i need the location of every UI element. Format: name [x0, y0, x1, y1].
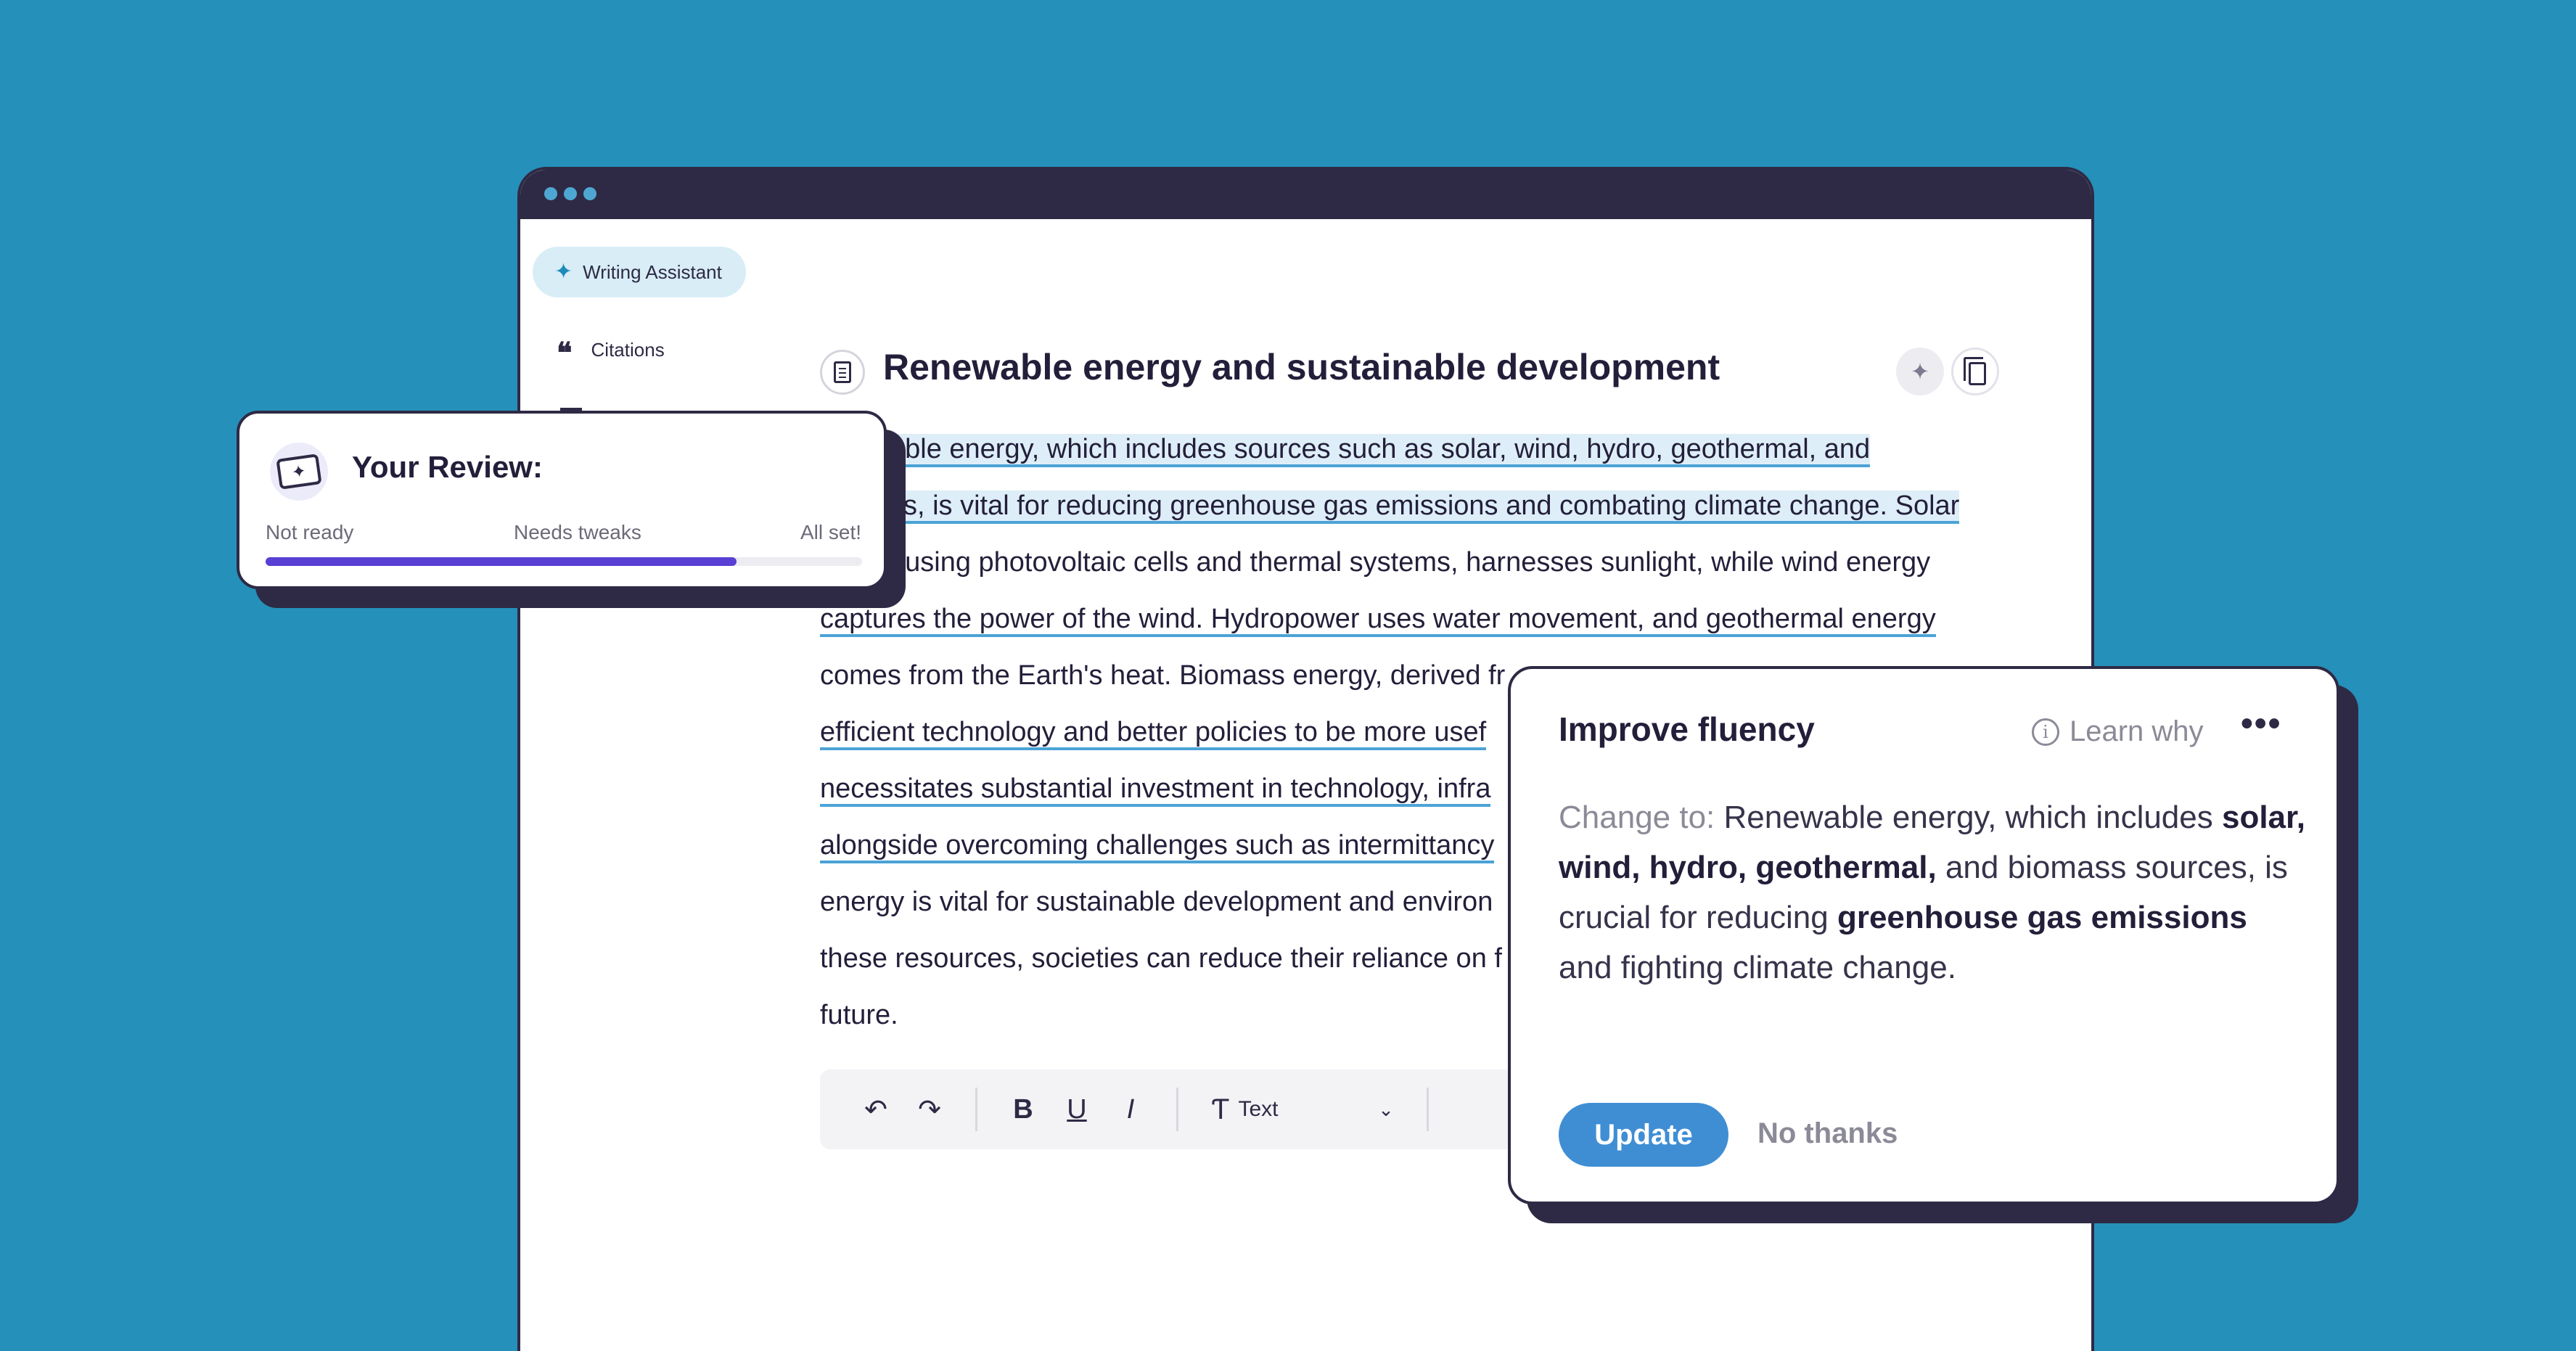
learn-why-label: Learn why	[2070, 715, 2204, 747]
highlighted-sentence[interactable]: able energy, which includes sources such…	[890, 434, 1871, 467]
review-label-not-ready: Not ready	[266, 521, 354, 543]
suggestion-text: Change to: Renewable energy, which inclu…	[1559, 792, 2306, 993]
ai-sparkle-button[interactable]: ✦	[1896, 348, 1944, 395]
underline-button[interactable]: U	[1050, 1094, 1104, 1125]
change-to-label: Change to:	[1559, 800, 1715, 835]
review-title: Your Review:	[352, 450, 543, 484]
toolbar-divider	[975, 1088, 977, 1131]
citations-label: Citations	[591, 338, 665, 361]
paragraph-line: alongside overcoming challenges such as …	[820, 830, 1495, 863]
suggestion-text-part: Renewable energy, which includes	[1715, 800, 2222, 835]
review-label-needs-tweaks: Needs tweaks	[514, 521, 641, 543]
review-label-all-set: All set!	[800, 521, 862, 543]
format-toolbar: ↶ ↷ B U I Ƭ Text ⌄	[820, 1069, 1546, 1149]
more-options-icon[interactable]: •••	[2241, 704, 2281, 744]
chevron-down-icon[interactable]: ⌄	[1364, 1099, 1408, 1121]
paragraph-line: comes from the Earth's heat. Biomass ene…	[820, 660, 1506, 691]
bold-button[interactable]: B	[996, 1094, 1050, 1125]
suggestion-bold-part: greenhouse gas emissions	[1837, 900, 2247, 935]
document-icon	[820, 350, 865, 395]
review-progress-fill	[266, 557, 737, 566]
update-button[interactable]: Update	[1559, 1103, 1728, 1167]
paragraph-line: energy is vital for sustainable developm…	[820, 887, 1493, 917]
quote-icon: ❝	[557, 336, 573, 370]
page-background: ✦ Writing Assistant ❝ Citations Renewabl…	[0, 0, 2576, 1351]
suggestion-text-part: and fighting climate change.	[1559, 950, 1956, 985]
review-card: ✦ Your Review: Not ready Needs tweaks Al…	[237, 411, 887, 589]
writing-assistant-button[interactable]: ✦ Writing Assistant	[533, 247, 746, 297]
document-title: Renewable energy and sustainable develop…	[883, 347, 1720, 387]
window-dot-icon	[583, 187, 596, 200]
suggestion-title: Improve fluency	[1559, 710, 1815, 748]
suggestion-card: Improve fluency i Learn why ••• Change t…	[1508, 666, 2339, 1204]
copy-icon	[1964, 357, 1986, 385]
sparkle-icon: ✦	[1910, 358, 1930, 385]
text-style-dropdown[interactable]: Ƭ Text	[1197, 1093, 1364, 1126]
review-icon: ✦	[270, 443, 328, 501]
highlighted-sentence[interactable]: ss, is vital for reducing greenhouse gas…	[890, 490, 1960, 524]
toolbar-divider	[1427, 1088, 1429, 1131]
citations-button[interactable]: ❝ Citations	[557, 332, 665, 368]
undo-button[interactable]: ↶	[849, 1093, 903, 1126]
window-titlebar	[520, 170, 2091, 219]
review-progress-bar	[266, 557, 862, 566]
text-style-label: Text	[1238, 1097, 1279, 1121]
paragraph-line: these resources, societies can reduce th…	[820, 943, 1502, 974]
copy-button[interactable]	[1951, 348, 1999, 395]
redo-button[interactable]: ↷	[903, 1093, 956, 1126]
info-icon: i	[2032, 718, 2059, 746]
window-dot-icon	[544, 187, 557, 200]
paragraph-line: necessitates substantial investment in t…	[820, 773, 1491, 807]
paragraph-line: future.	[820, 1000, 898, 1030]
text-style-icon: Ƭ	[1212, 1093, 1230, 1125]
paragraph-line: , using photovoltaic cells and thermal s…	[890, 547, 1931, 578]
window-dot-icon	[564, 187, 577, 200]
paragraph-line: captures the power of the wind. Hydropow…	[820, 604, 1936, 637]
italic-button[interactable]: I	[1104, 1094, 1157, 1125]
toolbar-divider	[1176, 1088, 1178, 1131]
sparkle-icon: ✦	[554, 260, 573, 284]
writing-assistant-label: Writing Assistant	[583, 260, 722, 283]
no-thanks-button[interactable]: No thanks	[1757, 1117, 1898, 1150]
paragraph-line: efficient technology and better policies…	[820, 717, 1487, 750]
learn-why-link[interactable]: i Learn why	[2032, 715, 2204, 748]
